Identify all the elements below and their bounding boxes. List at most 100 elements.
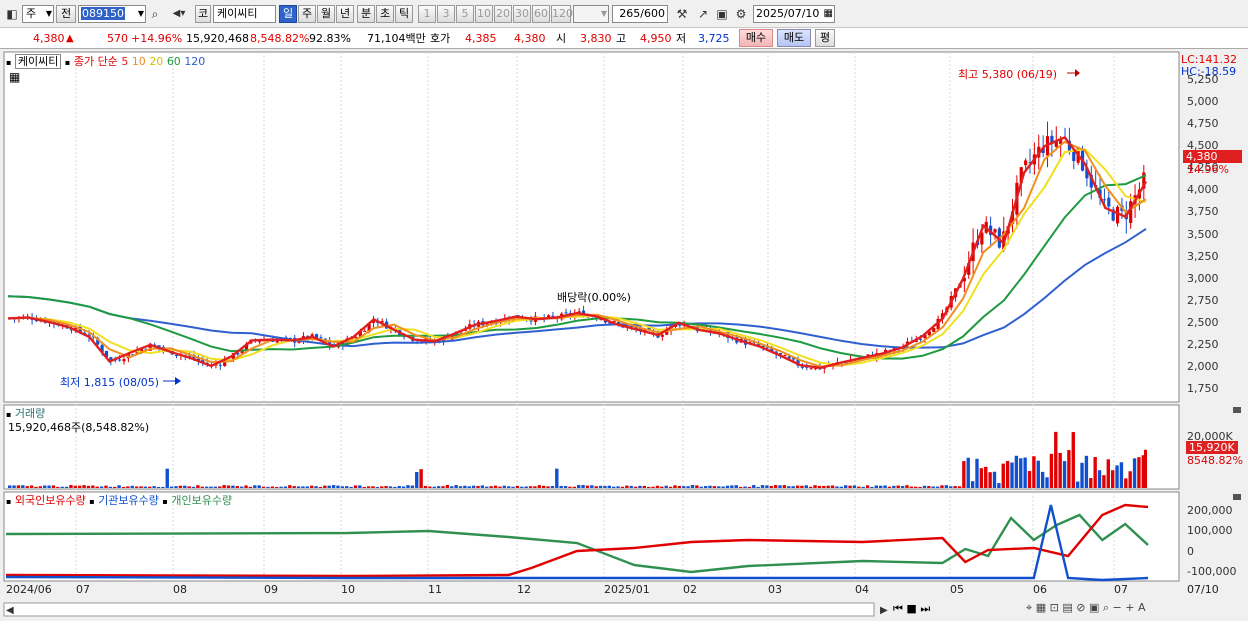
- volume-bar: [826, 485, 830, 488]
- interval-60[interactable]: 60: [532, 5, 550, 23]
- candle-body: [218, 364, 222, 366]
- chart-canvas[interactable]: ◀ ▶: [0, 50, 1248, 621]
- volume-bar: [511, 486, 515, 488]
- period-minute[interactable]: 분: [357, 5, 375, 23]
- date-field[interactable]: 2025/07/10 ▦: [753, 5, 835, 23]
- font-icon[interactable]: A: [1138, 601, 1146, 614]
- volume-bar: [288, 485, 292, 488]
- volume-bar: [550, 486, 555, 488]
- foreign-legend: 외국인보유수량: [14, 494, 86, 507]
- volume-bar: [734, 485, 738, 488]
- interval-10[interactable]: 10: [475, 5, 493, 23]
- candle-body: [319, 337, 323, 339]
- x-label: 10: [341, 583, 355, 596]
- market-type-button[interactable]: 코: [195, 5, 211, 23]
- volume-bar: [594, 486, 598, 488]
- stock-name-field[interactable]: 케이씨티: [213, 5, 276, 23]
- code-input[interactable]: 089150 ▼: [78, 5, 146, 23]
- price-ytick: 5,250: [1187, 73, 1219, 86]
- window-icon[interactable]: ▣: [1089, 601, 1099, 614]
- volume-bar: [143, 486, 148, 488]
- volume-bar: [248, 486, 253, 488]
- stop-icon[interactable]: ■: [906, 602, 916, 615]
- interval-30[interactable]: 30: [513, 5, 531, 23]
- candle-body: [118, 359, 122, 361]
- volume-bar: [336, 485, 340, 488]
- volume-bar: [695, 485, 699, 488]
- candle-body: [1102, 199, 1107, 201]
- period-month[interactable]: 월: [317, 5, 335, 23]
- table-icon[interactable]: ▦: [9, 70, 20, 84]
- volume-bar: [187, 486, 191, 488]
- scroll-right-icon[interactable]: ▶: [880, 605, 888, 616]
- period-second[interactable]: 초: [376, 5, 394, 23]
- x-label: 05: [950, 583, 964, 596]
- market-select[interactable]: 주 ▼: [22, 5, 54, 23]
- prev-button[interactable]: 전: [56, 5, 76, 23]
- scrollbar-track[interactable]: [3, 602, 875, 617]
- volume-bar: [537, 485, 541, 488]
- tools-icon[interactable]: ⚒: [673, 5, 691, 23]
- volume-bar: [1062, 461, 1067, 488]
- minus-icon[interactable]: −: [1113, 601, 1122, 614]
- volume-bar: [213, 486, 218, 488]
- first-icon[interactable]: ⏮: [893, 602, 903, 615]
- chart-icon[interactable]: ▤: [1062, 601, 1072, 614]
- volume-bar: [375, 486, 380, 488]
- volume-bar: [909, 486, 914, 488]
- period-year[interactable]: 년: [336, 5, 354, 23]
- volume-bar: [668, 486, 673, 488]
- grid-icon[interactable]: ▦: [1036, 601, 1046, 614]
- period-tick[interactable]: 틱: [395, 5, 413, 23]
- volume-bar: [612, 486, 616, 488]
- sell-button[interactable]: 매도: [777, 29, 811, 47]
- speaker-icon[interactable]: ◀▾: [166, 5, 192, 23]
- volume-bar: [1010, 462, 1014, 488]
- volume-bar: [944, 485, 949, 488]
- period-week[interactable]: 주: [298, 5, 316, 23]
- volume-bar: [51, 485, 56, 488]
- volume-bar: [1124, 478, 1128, 488]
- window-icon[interactable]: ◧: [4, 5, 20, 23]
- draw-icon[interactable]: ↗: [694, 5, 712, 23]
- eval-button[interactable]: 평: [815, 29, 835, 47]
- link-icon[interactable]: ⊘: [1076, 601, 1085, 614]
- volume-bar: [843, 485, 848, 488]
- panel-close-icon[interactable]: [1233, 407, 1241, 413]
- scroll-left-icon[interactable]: ◀: [6, 605, 14, 616]
- calendar-icon[interactable]: ▦: [824, 6, 833, 22]
- volume-bar: [148, 486, 152, 488]
- save-icon[interactable]: ▣: [714, 5, 730, 23]
- interval-20[interactable]: 20: [494, 5, 512, 23]
- buy-button[interactable]: 매수: [739, 29, 773, 47]
- count-field[interactable]: 265/600: [612, 5, 668, 23]
- search-icon[interactable]: ⌕: [147, 5, 163, 23]
- last-pct: 14.96%: [1187, 163, 1229, 176]
- crop-icon[interactable]: ⊡: [1050, 601, 1059, 614]
- volume-bar: [200, 486, 204, 488]
- interval-custom-select[interactable]: ▼: [573, 5, 609, 23]
- volume-bar: [725, 485, 730, 488]
- volume-bar: [1027, 471, 1032, 488]
- period-day[interactable]: 일: [279, 5, 297, 23]
- volume-bar: [25, 486, 29, 488]
- plus-icon[interactable]: +: [1125, 601, 1134, 614]
- volume-bar: [314, 486, 318, 488]
- zoom-icon[interactable]: ⌕: [1103, 601, 1109, 614]
- interval-5[interactable]: 5: [456, 5, 474, 23]
- volume-bar: [515, 485, 520, 488]
- price-ytick: 1,750: [1187, 382, 1219, 395]
- interval-1[interactable]: 1: [418, 5, 436, 23]
- volume-bar: [664, 485, 668, 488]
- volume-bar: [78, 485, 82, 488]
- interval-120[interactable]: 120: [551, 5, 573, 23]
- volume-bar: [502, 485, 506, 488]
- count-max: /600: [640, 7, 665, 20]
- panel-close-icon[interactable]: [1233, 494, 1241, 500]
- interval-3[interactable]: 3: [437, 5, 455, 23]
- play-icon[interactable]: ⏭: [920, 602, 930, 615]
- gear-icon[interactable]: ⚙: [733, 5, 749, 23]
- legend-stock-name[interactable]: 케이씨티: [14, 54, 62, 69]
- volume-bar: [717, 486, 721, 488]
- crosshair-icon[interactable]: ⌖: [1026, 601, 1032, 614]
